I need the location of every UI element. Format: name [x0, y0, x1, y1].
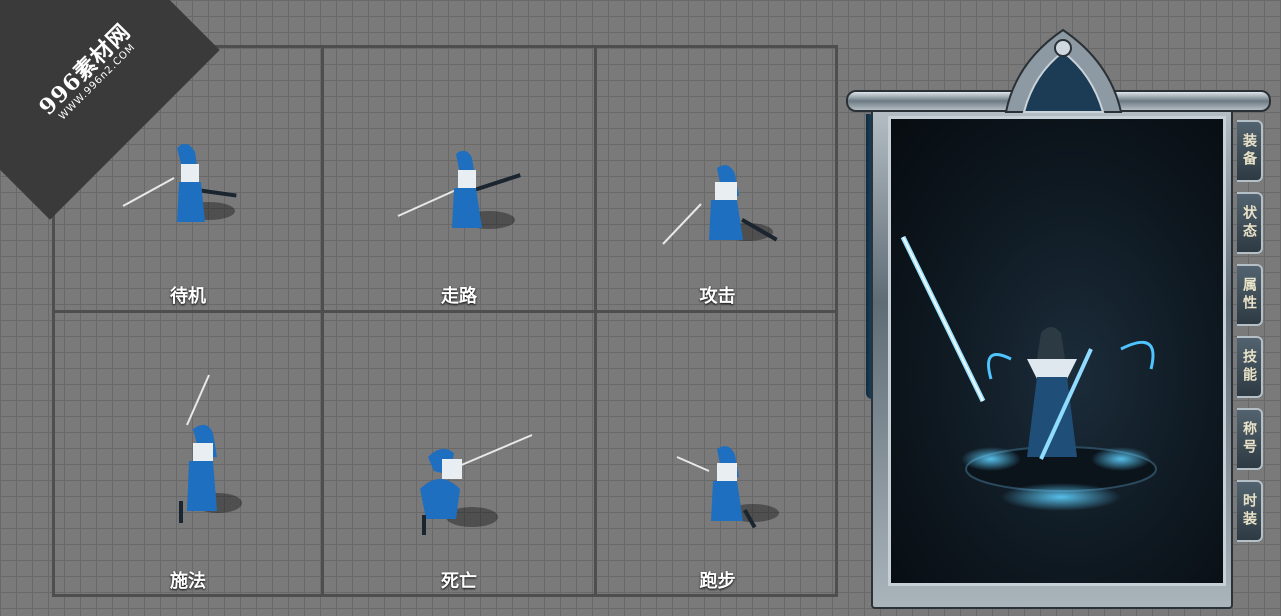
- action-label: 跑步: [699, 571, 736, 592]
- action-label: 施法: [170, 571, 206, 592]
- action-cell-walk[interactable]: 走路: [324, 48, 594, 310]
- action-cell-cast[interactable]: 施法: [55, 313, 321, 597]
- character-walk-sprite: [397, 150, 521, 229]
- action-label: 死亡: [441, 571, 477, 592]
- tab-attributes[interactable]: 属性: [1237, 264, 1263, 326]
- character-attack-sprite: [662, 165, 778, 245]
- crown-ornament: [1004, 28, 1123, 113]
- panel-tabs: 装备 状态 属性 技能 称号 时装: [1237, 120, 1265, 552]
- action-grid: 待机 走路 攻击 施法 死亡 跑步: [52, 45, 838, 597]
- character-preview-art: [900, 235, 1157, 511]
- character-panel: 装备 状态 属性 技能 称号 时装: [846, 22, 1271, 609]
- tab-equipment[interactable]: 装备: [1237, 120, 1263, 182]
- tab-skills[interactable]: 技能: [1237, 336, 1263, 398]
- tab-titles[interactable]: 称号: [1237, 408, 1263, 470]
- action-cell-run[interactable]: 跑步: [597, 313, 838, 597]
- action-label: 攻击: [699, 286, 736, 307]
- action-cell-attack[interactable]: 攻击: [597, 48, 838, 310]
- tab-status[interactable]: 状态: [1237, 192, 1263, 254]
- action-label: 走路: [441, 286, 477, 307]
- character-preview: [888, 116, 1226, 586]
- action-cell-death[interactable]: 死亡: [324, 313, 594, 597]
- character-idle-sprite: [122, 143, 237, 222]
- character-death-sprite: [420, 434, 533, 535]
- action-label: 待机: [170, 286, 206, 307]
- character-run-sprite: [676, 446, 779, 529]
- tab-fashion[interactable]: 时装: [1237, 480, 1263, 542]
- character-cast-sprite: [179, 374, 242, 523]
